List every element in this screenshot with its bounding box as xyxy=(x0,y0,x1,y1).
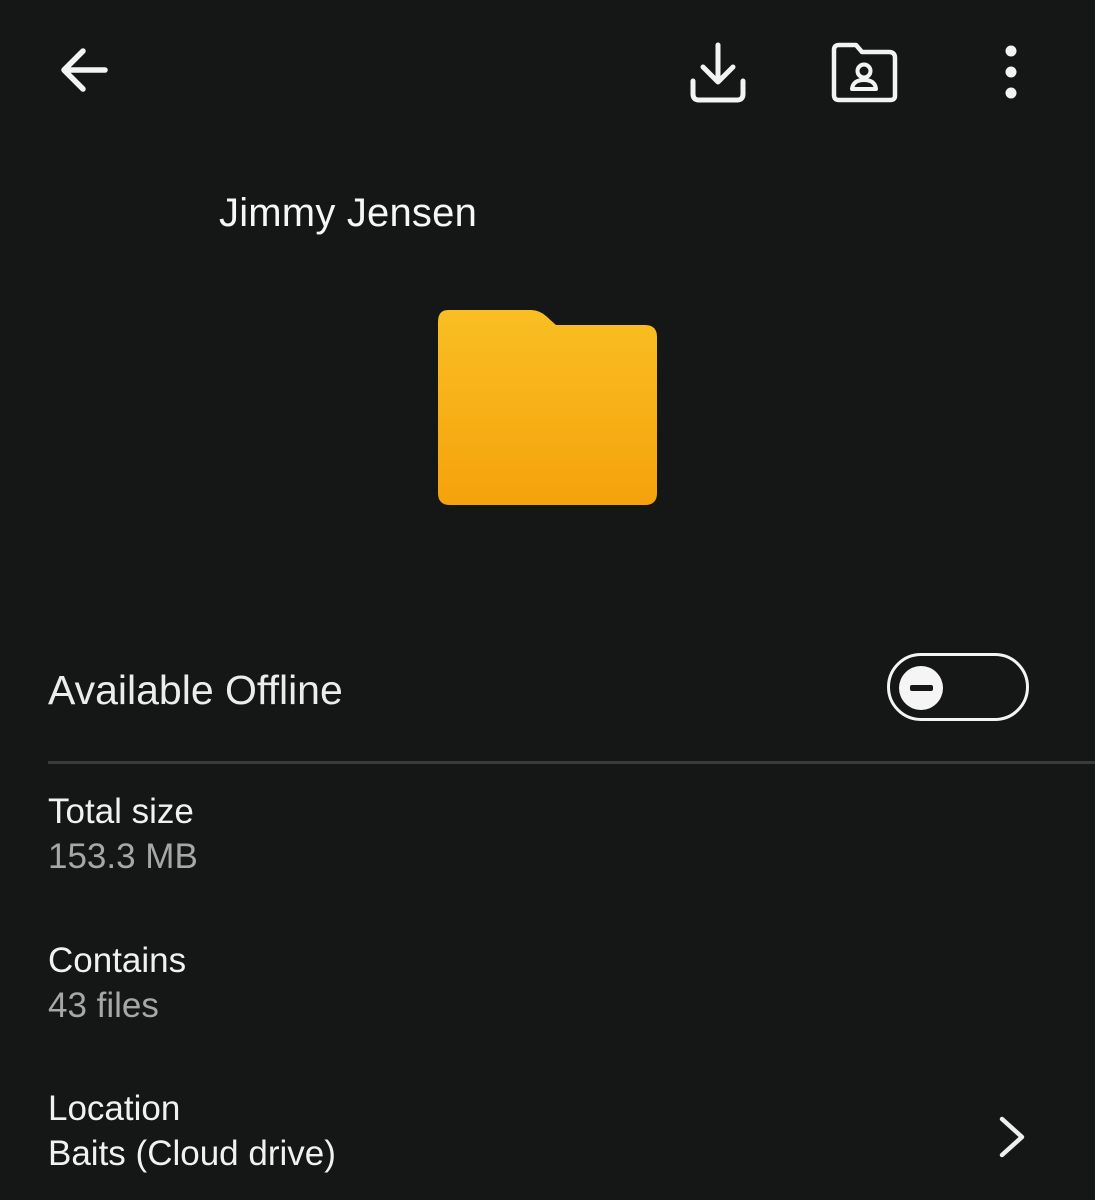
folder-info-screen: { "toolbar": { "back_icon": "arrow-left-… xyxy=(0,0,1095,1200)
arrow-left-icon xyxy=(61,48,108,92)
available-offline-row: Available Offline xyxy=(48,650,1048,732)
back-button[interactable] xyxy=(44,30,124,110)
toggle-knob xyxy=(899,666,943,710)
contains-row: Contains 43 files xyxy=(48,941,1028,1026)
top-toolbar xyxy=(0,0,1095,140)
total-size-row: Total size 153.3 MB xyxy=(48,792,1028,877)
folder-name-title: Jimmy Jensen xyxy=(219,190,478,235)
more-vertical-icon xyxy=(1005,45,1017,99)
chevron-right-icon xyxy=(999,1116,1025,1158)
total-size-label: Total size xyxy=(48,792,194,831)
section-divider xyxy=(48,761,1095,764)
location-row[interactable]: Location Baits (Cloud drive) xyxy=(48,1089,1028,1181)
total-size-value: 153.3 MB xyxy=(48,837,198,876)
contains-label: Contains xyxy=(48,941,187,980)
folder-preview xyxy=(436,309,660,509)
folder-icon xyxy=(438,310,657,505)
shared-folder-button[interactable] xyxy=(822,30,906,114)
available-offline-toggle[interactable] xyxy=(887,653,1029,721)
location-label: Location xyxy=(48,1089,181,1128)
shared-folder-icon xyxy=(831,42,898,103)
download-icon xyxy=(690,42,746,103)
location-value: Baits (Cloud drive) xyxy=(48,1134,336,1173)
download-button[interactable] xyxy=(676,30,760,114)
available-offline-label: Available Offline xyxy=(48,667,343,713)
more-options-button[interactable] xyxy=(980,30,1042,114)
contains-value: 43 files xyxy=(48,986,159,1025)
minus-icon xyxy=(909,685,933,691)
